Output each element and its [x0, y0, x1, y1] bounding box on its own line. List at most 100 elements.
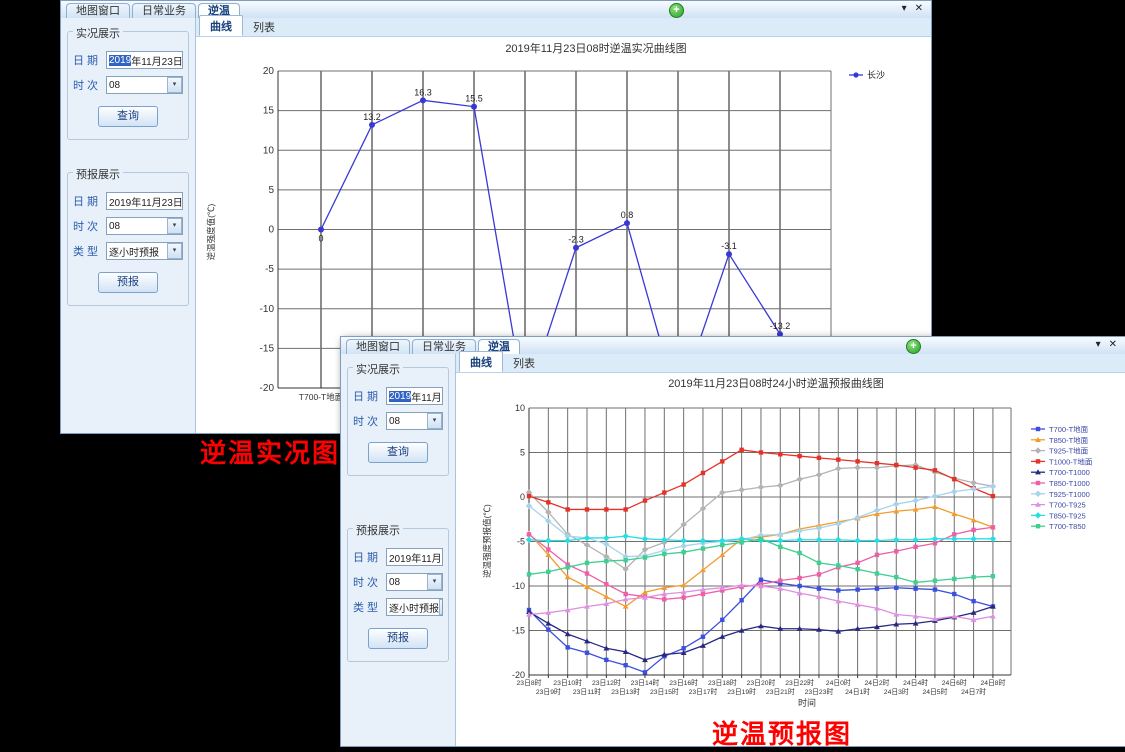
hour-combo[interactable]: 08 ▾: [106, 76, 183, 94]
svg-text:逆温强度值(℃): 逆温强度值(℃): [206, 204, 216, 261]
tab-curve[interactable]: 曲线: [459, 351, 503, 372]
hour-value: 08: [389, 577, 400, 588]
date-field[interactable]: 2019年11月23日 ▴▾ ∨: [106, 51, 183, 69]
dropdown-icon[interactable]: ▾: [427, 413, 442, 429]
svg-text:T925-T地面: T925-T地面: [1049, 446, 1089, 456]
type-combo[interactable]: 逐小时预报 ▾: [106, 242, 183, 260]
forecast-chart-svg: -20-15-10-505102019年11月23日08时24小时逆温预报曲线图…: [456, 373, 1125, 747]
svg-text:24日5时: 24日5时: [922, 687, 947, 696]
hour-combo[interactable]: 08 ▾: [386, 573, 443, 591]
window-menu-icon[interactable]: ▾: [902, 3, 907, 14]
hour-label: 时 次: [73, 77, 106, 93]
close-icon[interactable]: ✕: [1109, 339, 1117, 350]
hour-combo[interactable]: 08 ▾: [106, 217, 183, 235]
svg-text:23日20时: 23日20时: [747, 678, 776, 687]
dropdown-icon[interactable]: ▾: [167, 218, 182, 234]
tab-map-window[interactable]: 地图窗口: [346, 339, 410, 354]
type-label: 类 型: [353, 599, 386, 615]
svg-text:24日0时: 24日0时: [826, 678, 851, 687]
tab-curve[interactable]: 曲线: [199, 15, 243, 36]
svg-text:T700-T地面: T700-T地面: [299, 392, 344, 402]
svg-text:23日11时: 23日11时: [573, 687, 601, 696]
svg-text:23日19时: 23日19时: [727, 687, 756, 696]
svg-text:2019年11月23日08时逆温实况曲线图: 2019年11月23日08时逆温实况曲线图: [505, 41, 686, 55]
svg-text:-2.3: -2.3: [568, 235, 584, 245]
svg-text:-15: -15: [260, 343, 275, 354]
svg-text:长沙: 长沙: [867, 69, 885, 80]
hour-value: 08: [109, 80, 120, 91]
svg-text:0.8: 0.8: [621, 210, 634, 220]
hour-value: 08: [109, 221, 120, 232]
add-icon[interactable]: +: [669, 3, 684, 18]
svg-text:-5: -5: [517, 537, 525, 547]
svg-text:23日22时: 23日22时: [785, 678, 814, 687]
query-button[interactable]: 查询: [368, 442, 428, 463]
tab-list[interactable]: 列表: [503, 353, 545, 372]
tab-list[interactable]: 列表: [243, 17, 285, 36]
type-value: 逐小时预报: [109, 244, 159, 259]
date-rest-text: 年11月23日: [131, 53, 183, 68]
svg-text:10: 10: [263, 145, 275, 156]
dropdown-icon[interactable]: ▾: [427, 574, 442, 590]
tab-daily-business[interactable]: 日常业务: [132, 3, 196, 18]
svg-text:T700-T地面: T700-T地面: [1049, 424, 1089, 434]
svg-text:T700-T850: T700-T850: [1049, 522, 1086, 531]
date-field[interactable]: 2019年11月23日 ▴▾ ∨: [106, 192, 183, 210]
add-icon[interactable]: +: [906, 339, 921, 354]
screen: 地图窗口 日常业务 逆温 + ▾ ✕ 实况展示 日 期 2019年11月23日 …: [0, 0, 1125, 752]
svg-text:15.5: 15.5: [465, 94, 483, 104]
forecast-chart: -20-15-10-505102019年11月23日08时24小时逆温预报曲线图…: [456, 373, 1125, 746]
svg-text:0: 0: [520, 492, 525, 502]
forecast-display-group: 预报展示 日 期 2019年11月23日 ▴▾ ∨ 时 次 08 ▾: [347, 528, 449, 662]
hour-label: 时 次: [73, 218, 106, 234]
svg-text:23日9时: 23日9时: [536, 687, 561, 696]
date-field[interactable]: 2019年11月23日 ▴▾ ∨: [386, 548, 443, 566]
forecast-window: 地图窗口 日常业务 逆温 + ▾ ✕ 实况展示 日 期 2019年11月23日 …: [340, 336, 1125, 747]
dropdown-icon[interactable]: ▾: [439, 599, 443, 615]
svg-text:16.3: 16.3: [414, 87, 432, 97]
date-field[interactable]: 2019年11月23日 ▴▾ ∨: [386, 387, 443, 405]
hour-label: 时 次: [353, 574, 386, 590]
forecast-button[interactable]: 预报: [98, 272, 158, 293]
svg-text:20: 20: [263, 66, 275, 77]
svg-text:10: 10: [515, 403, 525, 413]
svg-text:23日8时: 23日8时: [517, 678, 542, 687]
svg-text:23日16时: 23日16时: [669, 678, 698, 687]
svg-text:23日18时: 23日18时: [708, 678, 737, 687]
query-button[interactable]: 查询: [98, 106, 158, 127]
svg-text:23日17时: 23日17时: [689, 687, 718, 696]
group-title: 预报展示: [73, 166, 123, 182]
forecast-button[interactable]: 预报: [368, 628, 428, 649]
chart-tabbar: 曲线 列表: [456, 354, 1125, 373]
svg-text:15: 15: [263, 106, 275, 117]
group-title: 实况展示: [73, 25, 123, 41]
type-combo[interactable]: 逐小时预报 ▾: [386, 598, 443, 616]
hour-combo[interactable]: 08 ▾: [386, 412, 443, 430]
forecast-window-main: 曲线 列表 -20-15-10-505102019年11月23日08时24小时逆…: [456, 354, 1125, 746]
svg-text:23日13时: 23日13时: [611, 687, 640, 696]
svg-text:24日1时: 24日1时: [845, 687, 870, 696]
svg-text:逆温强度预报值(℃): 逆温强度预报值(℃): [482, 504, 492, 578]
caption-live: 逆温实况图: [200, 433, 340, 470]
caption-forecast: 逆温预报图: [712, 714, 852, 751]
live-display-group: 实况展示 日 期 2019年11月23日 ▴▾ ∨ 时 次 08 ▾: [67, 31, 189, 140]
svg-text:T925-T1000: T925-T1000: [1049, 490, 1090, 499]
svg-text:13.2: 13.2: [363, 112, 381, 122]
date-selected-text: 2019: [109, 55, 131, 66]
svg-text:时间: 时间: [798, 697, 816, 708]
tab-map-window[interactable]: 地图窗口: [66, 3, 130, 18]
svg-text:-10: -10: [512, 581, 525, 591]
svg-text:T850-T地面: T850-T地面: [1049, 435, 1089, 445]
svg-text:T850-T925: T850-T925: [1049, 511, 1086, 520]
dropdown-icon[interactable]: ▾: [167, 77, 182, 93]
date-value: 2019年11月23日: [109, 194, 183, 209]
date-label: 日 期: [353, 388, 386, 404]
close-icon[interactable]: ✕: [915, 3, 923, 14]
dropdown-icon[interactable]: ▾: [167, 243, 182, 259]
svg-text:T850-T1000: T850-T1000: [1049, 479, 1090, 488]
date-selected-text: 2019: [389, 391, 411, 402]
window-menu-icon[interactable]: ▾: [1096, 339, 1101, 350]
svg-text:2019年11月23日08时24小时逆温预报曲线图: 2019年11月23日08时24小时逆温预报曲线图: [668, 376, 884, 390]
live-window-sidebar: 实况展示 日 期 2019年11月23日 ▴▾ ∨ 时 次 08 ▾: [61, 18, 196, 433]
type-label: 类 型: [73, 243, 106, 259]
